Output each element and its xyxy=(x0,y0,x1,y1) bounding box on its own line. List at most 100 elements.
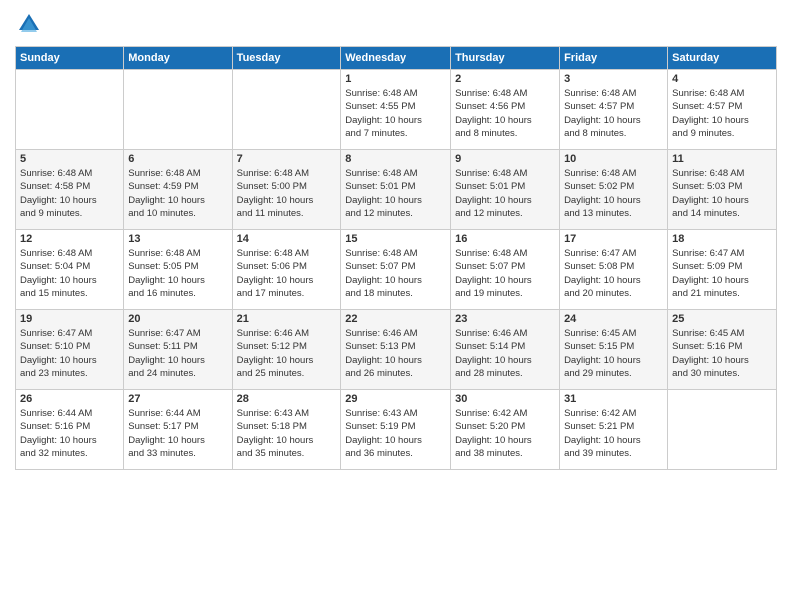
day-cell: 17 Sunrise: 6:47 AM Sunset: 5:08 PM Dayli… xyxy=(560,230,668,310)
day-cell: 14 Sunrise: 6:48 AM Sunset: 5:06 PM Dayli… xyxy=(232,230,341,310)
page: SundayMondayTuesdayWednesdayThursdayFrid… xyxy=(0,0,792,612)
day-info: Sunrise: 6:47 AM Sunset: 5:10 PM Dayligh… xyxy=(20,327,119,380)
day-info: Sunrise: 6:48 AM Sunset: 5:01 PM Dayligh… xyxy=(455,167,555,220)
day-number: 17 xyxy=(564,233,663,245)
day-number: 31 xyxy=(564,393,663,405)
day-cell: 8 Sunrise: 6:48 AM Sunset: 5:01 PM Daylig… xyxy=(341,150,451,230)
day-cell: 6Sunrise: 6:48 AM Sunset: 4:59 PM Daylig… xyxy=(124,150,232,230)
header-day: Saturday xyxy=(668,47,777,70)
day-cell xyxy=(16,70,124,150)
day-info: Sunrise: 6:44 AM Sunset: 5:16 PM Dayligh… xyxy=(20,407,119,460)
day-cell: 4 Sunrise: 6:48 AM Sunset: 4:57 PM Daylig… xyxy=(668,70,777,150)
week-row: 5 Sunrise: 6:48 AM Sunset: 4:58 PM Daylig… xyxy=(16,150,777,230)
day-cell: 12 Sunrise: 6:48 AM Sunset: 5:04 PM Dayli… xyxy=(16,230,124,310)
day-info: Sunrise: 6:48 AM Sunset: 5:02 PM Dayligh… xyxy=(564,167,663,220)
day-info: Sunrise: 6:47 AM Sunset: 5:09 PM Dayligh… xyxy=(672,247,772,300)
day-cell: 9 Sunrise: 6:48 AM Sunset: 5:01 PM Daylig… xyxy=(451,150,560,230)
day-cell: 7 Sunrise: 6:48 AM Sunset: 5:00 PM Daylig… xyxy=(232,150,341,230)
day-info: Sunrise: 6:48 AM Sunset: 4:58 PM Dayligh… xyxy=(20,167,119,220)
day-cell: 30 Sunrise: 6:42 AM Sunset: 5:20 PM Dayli… xyxy=(451,390,560,470)
day-cell: 20Sunrise: 6:47 AM Sunset: 5:11 PM Dayli… xyxy=(124,310,232,390)
day-cell: 26 Sunrise: 6:44 AM Sunset: 5:16 PM Dayli… xyxy=(16,390,124,470)
day-number: 28 xyxy=(237,393,337,405)
header-day: Tuesday xyxy=(232,47,341,70)
day-number: 7 xyxy=(237,153,337,165)
day-info: Sunrise: 6:48 AM Sunset: 5:05 PM Dayligh… xyxy=(128,247,227,300)
week-row: 12 Sunrise: 6:48 AM Sunset: 5:04 PM Dayli… xyxy=(16,230,777,310)
day-number: 9 xyxy=(455,153,555,165)
day-number: 22 xyxy=(345,313,446,325)
day-number: 3 xyxy=(564,73,663,85)
day-info: Sunrise: 6:48 AM Sunset: 4:55 PM Dayligh… xyxy=(345,87,446,140)
day-number: 30 xyxy=(455,393,555,405)
day-number: 8 xyxy=(345,153,446,165)
week-row: 19 Sunrise: 6:47 AM Sunset: 5:10 PM Dayli… xyxy=(16,310,777,390)
header xyxy=(15,10,777,38)
day-number: 4 xyxy=(672,73,772,85)
day-number: 21 xyxy=(237,313,337,325)
day-cell: 10 Sunrise: 6:48 AM Sunset: 5:02 PM Dayli… xyxy=(560,150,668,230)
day-number: 13 xyxy=(128,233,227,245)
header-day: Monday xyxy=(124,47,232,70)
day-cell xyxy=(124,70,232,150)
header-day: Friday xyxy=(560,47,668,70)
logo-icon xyxy=(15,10,43,38)
day-cell xyxy=(668,390,777,470)
day-number: 14 xyxy=(237,233,337,245)
day-info: Sunrise: 6:42 AM Sunset: 5:21 PM Dayligh… xyxy=(564,407,663,460)
day-info: Sunrise: 6:48 AM Sunset: 5:03 PM Dayligh… xyxy=(672,167,772,220)
day-info: Sunrise: 6:48 AM Sunset: 4:59 PM Dayligh… xyxy=(128,167,227,220)
day-info: Sunrise: 6:45 AM Sunset: 5:16 PM Dayligh… xyxy=(672,327,772,380)
header-day: Sunday xyxy=(16,47,124,70)
day-cell: 1Sunrise: 6:48 AM Sunset: 4:55 PM Daylig… xyxy=(341,70,451,150)
week-row: 1Sunrise: 6:48 AM Sunset: 4:55 PM Daylig… xyxy=(16,70,777,150)
day-info: Sunrise: 6:46 AM Sunset: 5:13 PM Dayligh… xyxy=(345,327,446,380)
day-info: Sunrise: 6:44 AM Sunset: 5:17 PM Dayligh… xyxy=(128,407,227,460)
day-cell: 23Sunrise: 6:46 AM Sunset: 5:14 PM Dayli… xyxy=(451,310,560,390)
header-day: Wednesday xyxy=(341,47,451,70)
day-number: 24 xyxy=(564,313,663,325)
day-info: Sunrise: 6:48 AM Sunset: 4:57 PM Dayligh… xyxy=(564,87,663,140)
day-number: 15 xyxy=(345,233,446,245)
header-day: Thursday xyxy=(451,47,560,70)
day-number: 12 xyxy=(20,233,119,245)
day-number: 27 xyxy=(128,393,227,405)
day-cell: 27 Sunrise: 6:44 AM Sunset: 5:17 PM Dayli… xyxy=(124,390,232,470)
day-cell: 2 Sunrise: 6:48 AM Sunset: 4:56 PM Daylig… xyxy=(451,70,560,150)
day-cell: 31 Sunrise: 6:42 AM Sunset: 5:21 PM Dayli… xyxy=(560,390,668,470)
day-info: Sunrise: 6:47 AM Sunset: 5:08 PM Dayligh… xyxy=(564,247,663,300)
day-info: Sunrise: 6:48 AM Sunset: 5:07 PM Dayligh… xyxy=(455,247,555,300)
day-cell: 28Sunrise: 6:43 AM Sunset: 5:18 PM Dayli… xyxy=(232,390,341,470)
day-number: 20 xyxy=(128,313,227,325)
day-number: 11 xyxy=(672,153,772,165)
day-cell: 29Sunrise: 6:43 AM Sunset: 5:19 PM Dayli… xyxy=(341,390,451,470)
day-number: 5 xyxy=(20,153,119,165)
day-cell xyxy=(232,70,341,150)
day-number: 18 xyxy=(672,233,772,245)
day-cell: 18 Sunrise: 6:47 AM Sunset: 5:09 PM Dayli… xyxy=(668,230,777,310)
day-number: 19 xyxy=(20,313,119,325)
day-info: Sunrise: 6:48 AM Sunset: 5:00 PM Dayligh… xyxy=(237,167,337,220)
day-number: 10 xyxy=(564,153,663,165)
day-number: 25 xyxy=(672,313,772,325)
day-cell: 11 Sunrise: 6:48 AM Sunset: 5:03 PM Dayli… xyxy=(668,150,777,230)
logo xyxy=(15,10,47,38)
day-cell: 13 Sunrise: 6:48 AM Sunset: 5:05 PM Dayli… xyxy=(124,230,232,310)
day-cell: 5 Sunrise: 6:48 AM Sunset: 4:58 PM Daylig… xyxy=(16,150,124,230)
day-cell: 25 Sunrise: 6:45 AM Sunset: 5:16 PM Dayli… xyxy=(668,310,777,390)
day-cell: 3 Sunrise: 6:48 AM Sunset: 4:57 PM Daylig… xyxy=(560,70,668,150)
day-info: Sunrise: 6:46 AM Sunset: 5:12 PM Dayligh… xyxy=(237,327,337,380)
day-cell: 22 Sunrise: 6:46 AM Sunset: 5:13 PM Dayli… xyxy=(341,310,451,390)
day-info: Sunrise: 6:48 AM Sunset: 4:57 PM Dayligh… xyxy=(672,87,772,140)
week-row: 26 Sunrise: 6:44 AM Sunset: 5:16 PM Dayli… xyxy=(16,390,777,470)
day-info: Sunrise: 6:48 AM Sunset: 5:07 PM Dayligh… xyxy=(345,247,446,300)
day-info: Sunrise: 6:48 AM Sunset: 5:01 PM Dayligh… xyxy=(345,167,446,220)
day-info: Sunrise: 6:48 AM Sunset: 4:56 PM Dayligh… xyxy=(455,87,555,140)
day-info: Sunrise: 6:48 AM Sunset: 5:06 PM Dayligh… xyxy=(237,247,337,300)
day-cell: 15 Sunrise: 6:48 AM Sunset: 5:07 PM Dayli… xyxy=(341,230,451,310)
day-info: Sunrise: 6:42 AM Sunset: 5:20 PM Dayligh… xyxy=(455,407,555,460)
day-number: 26 xyxy=(20,393,119,405)
day-info: Sunrise: 6:48 AM Sunset: 5:04 PM Dayligh… xyxy=(20,247,119,300)
day-number: 2 xyxy=(455,73,555,85)
day-cell: 21 Sunrise: 6:46 AM Sunset: 5:12 PM Dayli… xyxy=(232,310,341,390)
